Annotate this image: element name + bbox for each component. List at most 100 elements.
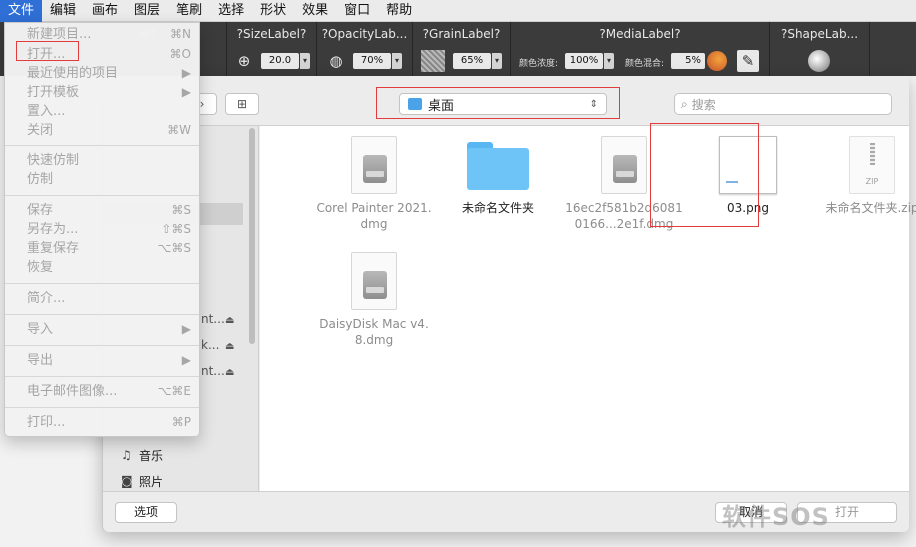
menu-help[interactable]: 帮助 [378, 0, 420, 22]
menu-item-label: 保存 [27, 203, 54, 218]
eject-icon[interactable]: ⏏ [225, 341, 234, 352]
brush-tool-icon[interactable]: ✎ [737, 50, 759, 72]
file-name: DaisyDisk Mac v4.8.dmg [319, 317, 429, 347]
menu-item-email-image[interactable]: 电子邮件图像... ⌥⌘E [5, 382, 199, 401]
menu-brushes[interactable]: 笔刷 [168, 0, 210, 22]
menu-item-label: 简介... [27, 291, 66, 306]
grain-swatch-icon[interactable] [421, 50, 445, 72]
grain-dropdown[interactable]: ▾ [492, 53, 502, 69]
menu-item-place[interactable]: 置入... [5, 102, 199, 121]
menu-effects[interactable]: 效果 [294, 0, 336, 22]
disk-image-icon [351, 252, 397, 310]
menu-canvas[interactable]: 画布 [84, 0, 126, 22]
grain-field[interactable]: 65% [453, 53, 491, 69]
menu-item-iterative-save[interactable]: 重复保存 ⌥⌘S [5, 239, 199, 258]
menu-item-save-as[interactable]: 另存为... ⇧⌘S [5, 220, 199, 239]
new-folder-button[interactable]: ⊞ [225, 93, 259, 115]
camera-icon: ◙ [121, 474, 133, 488]
highlight-open-item [16, 41, 79, 61]
menu-item-save[interactable]: 保存 ⌘S [5, 201, 199, 220]
submenu-arrow-icon: ▶ [181, 66, 191, 80]
menu-item-recent[interactable]: 最近使用的项目 ▶ [5, 64, 199, 83]
menu-item-shortcut: ⌘N [170, 27, 191, 41]
media-mix-field[interactable]: 5% [671, 53, 705, 69]
submenu-arrow-icon: ▶ [181, 85, 191, 99]
menu-edit[interactable]: 编辑 [42, 0, 84, 22]
menu-shapes[interactable]: 形状 [252, 0, 294, 22]
color-wheel-icon[interactable] [707, 51, 727, 71]
shape-circle-icon[interactable] [808, 50, 830, 72]
size-field[interactable]: 20.0 [261, 53, 299, 69]
menu-select[interactable]: 选择 [210, 0, 252, 22]
menu-item-info[interactable]: 简介... [5, 289, 199, 308]
menu-window[interactable]: 窗口 [336, 0, 378, 22]
zip-archive-icon: ZIP [849, 136, 895, 194]
media-density-dropdown[interactable]: ▾ [604, 53, 614, 69]
opacity-dropdown[interactable]: ▾ [392, 53, 402, 69]
menu-item-print[interactable]: 打印... ⌘P [5, 413, 199, 432]
menu-item-label: 最近使用的项目 [27, 66, 119, 81]
sidebar-item-truncated-3[interactable]: nt... [201, 364, 225, 378]
menu-item-close[interactable]: 关闭 ⌘W [5, 121, 199, 140]
submenu-arrow-icon: ▶ [181, 322, 191, 336]
media-density-field[interactable]: 100% [565, 53, 603, 69]
sidebar-item-music[interactable]: ♫ 音乐 [121, 446, 163, 464]
menu-bar: 文件 编辑 画布 图层 笔刷 选择 形状 效果 窗口 帮助 [0, 0, 916, 22]
toolbar-section-size: ?SizeLabel? ⊕ 20.0 ▾ [227, 22, 317, 76]
watermark: 软件SOS [722, 503, 830, 531]
menu-separator [5, 145, 199, 146]
menu-item-revert[interactable]: 恢复 [5, 258, 199, 277]
menu-item-open-template[interactable]: 打开模板 ▶ [5, 83, 199, 102]
menu-item-import[interactable]: 导入 ▶ [5, 320, 199, 339]
highlight-selected-file [650, 123, 759, 227]
media-mix-label: 颜色混合: [625, 59, 665, 69]
menu-item-shortcut: ⌥⌘S [157, 241, 191, 255]
menu-item-label: 新建项目... [27, 27, 92, 42]
menu-item-label: 恢复 [27, 260, 54, 275]
file-item[interactable]: ZIP 未命名文件夹.zip [812, 136, 916, 216]
menu-item-quick-clone[interactable]: 快速仿制 [5, 151, 199, 170]
media-density-label: 颜色浓度: [519, 59, 559, 69]
menu-item-label: 打开模板 [27, 85, 80, 100]
media-label: ?MediaLabel? [599, 27, 681, 41]
file-name: Corel Painter 2021.dmg [316, 201, 432, 231]
app-root: 文件 编辑 画布 图层 笔刷 选择 形状 效果 窗口 帮助 el? ?SizeL… [0, 0, 916, 547]
menu-item-shortcut: ⌘O [169, 47, 191, 61]
sidebar-item-photos[interactable]: ◙ 照片 [121, 472, 163, 490]
menu-item-export[interactable]: 导出 ▶ [5, 351, 199, 370]
menu-layers[interactable]: 图层 [126, 0, 168, 22]
size-icon: ⊕ [237, 52, 251, 70]
menu-item-label: 置入... [27, 104, 66, 119]
menu-item-shortcut: ⌘P [171, 415, 191, 429]
sidebar-item-label: 照片 [139, 474, 164, 489]
eject-icon[interactable]: ⏏ [225, 315, 234, 326]
size-dropdown[interactable]: ▾ [300, 53, 310, 69]
menu-item-clone[interactable]: 仿制 [5, 170, 199, 189]
menu-separator [5, 345, 199, 346]
sidebar-scrollbar[interactable] [249, 128, 255, 344]
size-label: ?SizeLabel? [236, 27, 307, 41]
eject-icon[interactable]: ⏏ [225, 367, 234, 378]
menu-item-shortcut: ⌘S [171, 203, 191, 217]
menu-item-label: 关闭 [27, 123, 54, 138]
menu-item-shortcut: ⇧⌘S [161, 222, 191, 236]
search-placeholder: 搜索 [691, 97, 716, 112]
opacity-label: ?OpacityLab... [321, 27, 408, 41]
file-item[interactable]: Corel Painter 2021.dmg [314, 136, 434, 232]
menu-file[interactable]: 文件 [0, 0, 43, 22]
options-button[interactable]: 选项 [115, 502, 177, 523]
zip-badge: ZIP [865, 177, 879, 186]
sidebar-item-truncated-1[interactable]: nt... [201, 312, 225, 326]
opacity-field[interactable]: 70% [353, 53, 391, 69]
grain-label: ?GrainLabel? [422, 27, 501, 41]
disk-image-icon [601, 136, 647, 194]
file-name: 未命名文件夹 [461, 201, 534, 215]
file-browser: Corel Painter 2021.dmg 未命名文件夹 16ec2f581b… [260, 126, 916, 491]
search-field[interactable]: ⌕ 搜索 [674, 93, 892, 115]
menu-separator [5, 283, 199, 284]
sidebar-item-truncated-2[interactable]: k... [201, 338, 219, 352]
menu-item-label: 仿制 [27, 172, 54, 187]
file-item[interactable]: DaisyDisk Mac v4.8.dmg [314, 252, 434, 348]
file-menu-dropdown: 新建项目... ⌘N 打开... ⌘O 最近使用的项目 ▶ 打开模板 ▶ 置入... 关… [4, 22, 200, 437]
file-item[interactable]: 未命名文件夹 [438, 140, 558, 216]
